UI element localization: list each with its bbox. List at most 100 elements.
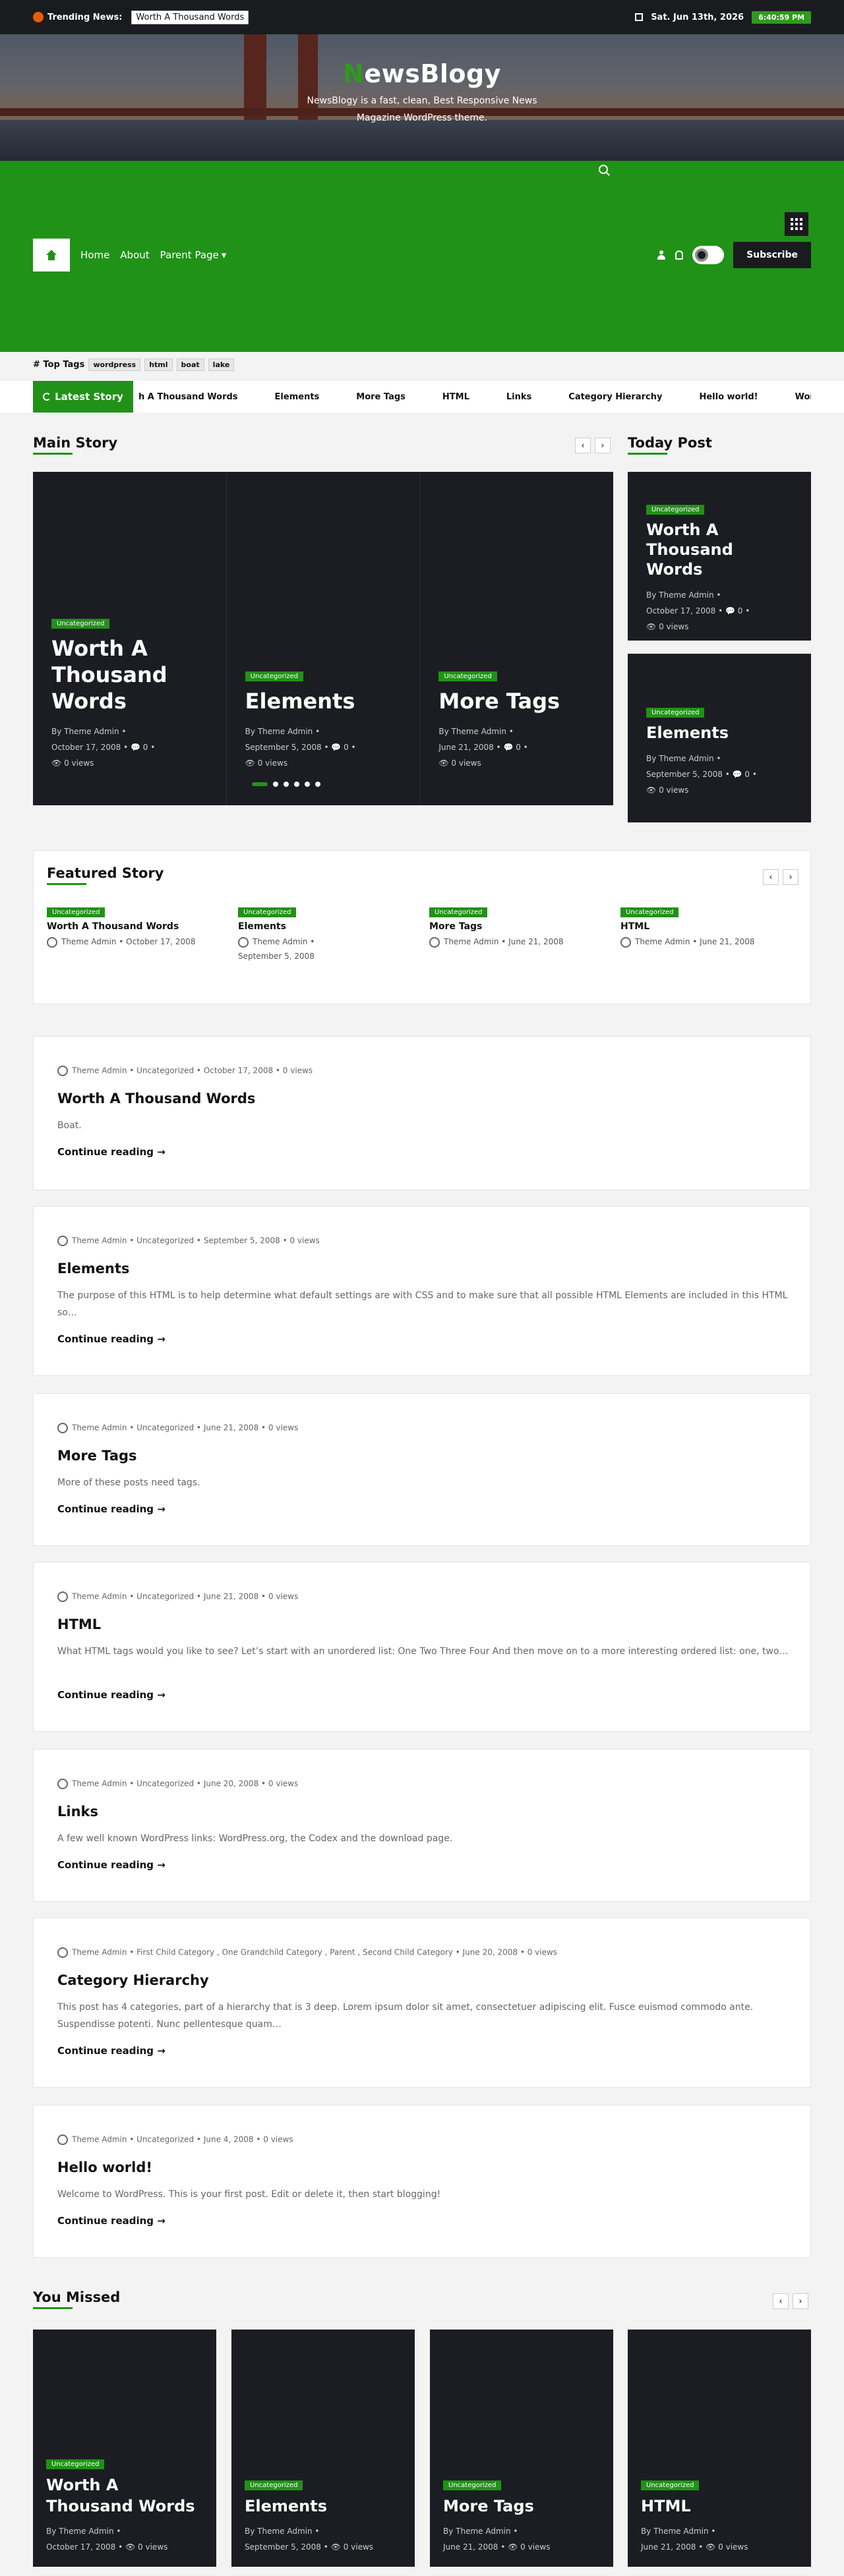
post-meta[interactable]: Theme Admin • Uncategorized • October 17… xyxy=(72,1066,313,1075)
featured-item[interactable]: Uncategorized Elements Theme Admin • Sept… xyxy=(238,906,416,963)
tag-link[interactable]: lake xyxy=(208,358,235,371)
post-meta[interactable]: Theme Admin • Uncategorized • September … xyxy=(72,1236,320,1245)
missed-title[interactable]: HTML xyxy=(641,2496,804,2517)
bell-icon[interactable] xyxy=(675,250,684,260)
ticker-item[interactable]: Category Hierarchy xyxy=(568,392,662,402)
continue-reading-link[interactable]: Continue reading → xyxy=(57,1146,166,1158)
continue-reading-link[interactable]: Continue reading → xyxy=(57,1503,166,1515)
ticker-item[interactable]: Elements xyxy=(275,392,320,402)
missed-card[interactable]: Uncategorized Elements By Theme Admin • … xyxy=(231,2330,415,2567)
author[interactable]: Theme Admin xyxy=(635,937,690,946)
nav-item-home[interactable]: Home xyxy=(80,249,109,261)
category-badge[interactable]: Uncategorized xyxy=(46,2459,105,2469)
ticker-item[interactable]: More Tags xyxy=(356,392,406,402)
continue-reading-link[interactable]: Continue reading → xyxy=(57,2215,166,2227)
featured-title[interactable]: HTML xyxy=(620,921,799,932)
category-badge[interactable]: Uncategorized xyxy=(438,672,497,681)
prev-arrow-icon[interactable]: ‹ xyxy=(773,2293,789,2309)
author[interactable]: By Theme Admin xyxy=(51,727,119,736)
search-icon[interactable] xyxy=(599,165,608,174)
category-badge[interactable]: Uncategorized xyxy=(646,708,705,718)
missed-card[interactable]: Uncategorized HTML By Theme Admin • June… xyxy=(628,2330,811,2567)
ticker-item[interactable]: HTML xyxy=(442,392,469,402)
author[interactable]: By Theme Admin xyxy=(646,754,714,763)
category-badge[interactable]: Uncategorized xyxy=(245,2480,303,2490)
next-arrow-icon[interactable]: › xyxy=(793,2293,808,2309)
prev-arrow-icon[interactable]: ‹ xyxy=(763,869,779,885)
slider-dot[interactable] xyxy=(315,782,320,787)
tag-link[interactable]: wordpress xyxy=(88,358,141,371)
author[interactable]: By Theme Admin xyxy=(443,2527,511,2536)
category-badge[interactable]: Uncategorized xyxy=(646,505,705,515)
featured-title[interactable]: More Tags xyxy=(429,921,607,932)
site-logo[interactable]: NewsBlogy xyxy=(0,59,844,88)
post-title[interactable]: Links xyxy=(57,1804,98,1819)
missed-card[interactable]: Uncategorized More Tags By Theme Admin •… xyxy=(430,2330,613,2567)
missed-title[interactable]: Elements xyxy=(245,2496,408,2517)
author[interactable]: Theme Admin xyxy=(444,937,498,946)
slide-title[interactable]: Elements xyxy=(245,688,413,714)
next-arrow-icon[interactable]: › xyxy=(783,869,799,885)
tag-link[interactable]: html xyxy=(144,358,173,371)
author[interactable]: By Theme Admin xyxy=(438,727,506,736)
author[interactable]: By Theme Admin xyxy=(245,2527,313,2536)
featured-item[interactable]: Uncategorized Worth A Thousand Words The… xyxy=(47,906,225,949)
post-meta[interactable]: Theme Admin • First Child Category , One… xyxy=(72,1948,557,1957)
ticker-item[interactable]: Links xyxy=(506,392,531,402)
missed-title[interactable]: Worth A Thousand Words xyxy=(46,2475,210,2517)
author[interactable]: By Theme Admin xyxy=(646,590,714,600)
today-post-title[interactable]: Worth A Thousand Words xyxy=(646,520,793,579)
slider-dot[interactable] xyxy=(252,782,268,786)
continue-reading-link[interactable]: Continue reading → xyxy=(57,2045,166,2057)
category-badge[interactable]: Uncategorized xyxy=(443,2480,502,2490)
ticker-item[interactable]: Wor xyxy=(795,392,811,402)
slide-title[interactable]: More Tags xyxy=(438,688,607,714)
next-arrow-icon[interactable]: › xyxy=(595,438,611,453)
category-badge[interactable]: Uncategorized xyxy=(51,619,110,629)
post-title[interactable]: Category Hierarchy xyxy=(57,1972,209,1988)
missed-title[interactable]: More Tags xyxy=(443,2496,607,2517)
user-icon[interactable] xyxy=(657,250,666,260)
today-post-card[interactable]: Uncategorized Worth A Thousand Words By … xyxy=(628,472,811,641)
slider-dot[interactable] xyxy=(273,782,278,787)
home-button[interactable] xyxy=(33,239,70,272)
post-title[interactable]: HTML xyxy=(57,1617,101,1632)
author[interactable]: By Theme Admin xyxy=(245,727,313,736)
author[interactable]: By Theme Admin xyxy=(46,2527,114,2536)
post-meta[interactable]: Theme Admin • Uncategorized • June 21, 2… xyxy=(72,1592,298,1601)
post-meta[interactable]: Theme Admin • Uncategorized • June 4, 20… xyxy=(72,2135,293,2144)
slider-dot[interactable] xyxy=(305,782,310,787)
featured-title[interactable]: Worth A Thousand Words xyxy=(47,921,225,932)
category-badge[interactable]: Uncategorized xyxy=(245,672,304,681)
featured-title[interactable]: Elements xyxy=(238,921,416,932)
author[interactable]: Theme Admin xyxy=(61,937,116,946)
post-title[interactable]: Hello world! xyxy=(57,2160,152,2175)
category-badge[interactable]: Uncategorized xyxy=(429,907,488,917)
continue-reading-link[interactable]: Continue reading → xyxy=(57,1689,166,1701)
category-badge[interactable]: Uncategorized xyxy=(641,2480,700,2490)
post-meta[interactable]: Theme Admin • Uncategorized • June 21, 2… xyxy=(72,1423,298,1433)
category-badge[interactable]: Uncategorized xyxy=(238,907,297,917)
continue-reading-link[interactable]: Continue reading → xyxy=(57,1333,166,1345)
slide[interactable]: Uncategorized Elements By Theme Admin • … xyxy=(227,472,421,805)
post-title[interactable]: Elements xyxy=(57,1261,129,1276)
author[interactable]: Theme Admin xyxy=(253,937,307,946)
featured-item[interactable]: Uncategorized HTML Theme Admin • June 21… xyxy=(620,906,799,949)
slider-dot[interactable] xyxy=(294,782,299,787)
category-badge[interactable]: Uncategorized xyxy=(620,907,679,917)
prev-arrow-icon[interactable]: ‹ xyxy=(575,438,591,453)
continue-reading-link[interactable]: Continue reading → xyxy=(57,1859,166,1871)
slide[interactable]: Uncategorized More Tags By Theme Admin •… xyxy=(420,472,613,805)
missed-card[interactable]: Uncategorized Worth A Thousand Words By … xyxy=(33,2330,216,2567)
category-badge[interactable]: Uncategorized xyxy=(47,907,106,917)
slide-title[interactable]: Worth A Thousand Words xyxy=(51,635,220,714)
nav-item-about[interactable]: About xyxy=(120,249,149,261)
post-meta[interactable]: Theme Admin • Uncategorized • June 20, 2… xyxy=(72,1779,298,1789)
ticker-item[interactable]: h A Thousand Words xyxy=(138,392,238,402)
subscribe-button[interactable]: Subscribe xyxy=(733,242,811,268)
nav-item-parent-page[interactable]: Parent Page ▾ xyxy=(160,249,227,261)
trending-item-link[interactable]: Worth A Thousand Words xyxy=(131,10,249,24)
today-post-card[interactable]: Uncategorized Elements By Theme Admin • … xyxy=(628,654,811,822)
ticker-item[interactable]: Hello world! xyxy=(699,392,758,402)
dark-mode-toggle[interactable] xyxy=(692,246,725,264)
